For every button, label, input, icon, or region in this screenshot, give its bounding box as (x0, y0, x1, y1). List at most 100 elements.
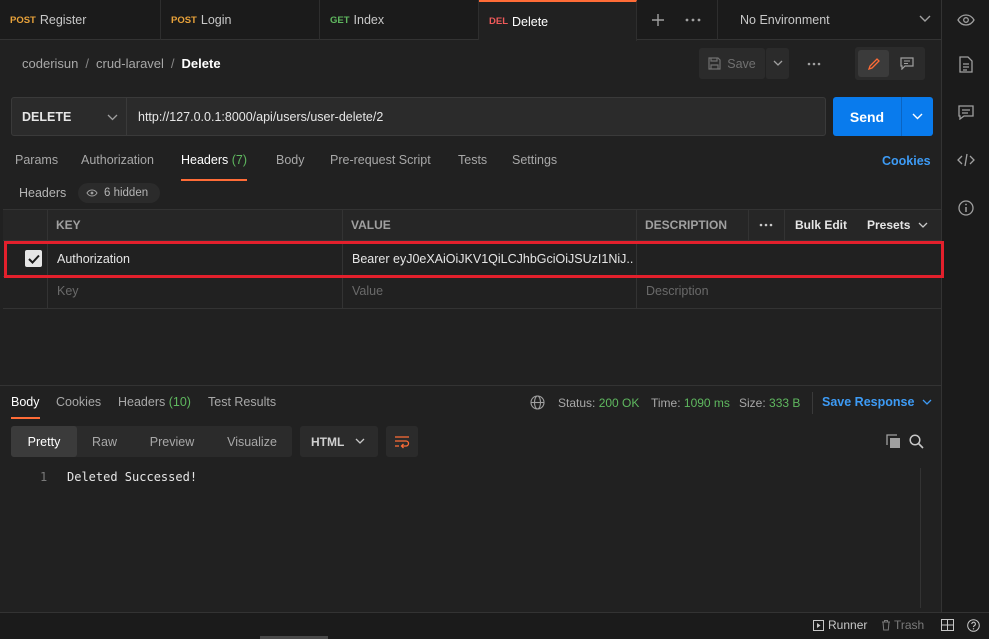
url-value: http://127.0.0.1:8000/api/users/user-del… (138, 109, 384, 124)
more-tabs-icon[interactable] (681, 8, 705, 32)
response-body-line: Deleted Successed! (67, 470, 198, 484)
tab-delete[interactable]: DEL Delete (479, 0, 637, 41)
tab-label: Login (200, 13, 232, 27)
hidden-count: 6 hidden (104, 187, 149, 199)
tab-params[interactable]: Params (15, 153, 58, 181)
more-actions-icon[interactable] (801, 51, 827, 77)
save-response-label: Save Response (822, 395, 915, 409)
save-response-button[interactable]: Save Response (822, 395, 932, 409)
divider (3, 276, 941, 277)
presets-dropdown[interactable]: Presets (856, 209, 941, 241)
tab-method: DEL (489, 16, 508, 27)
new-key-input[interactable]: Key (57, 284, 337, 298)
column-key: KEY (47, 209, 342, 241)
edit-mode-button[interactable] (858, 50, 889, 77)
environment-label: No Environment (740, 13, 830, 27)
tab-login[interactable]: POST Login (161, 0, 320, 40)
tab-method: GET (330, 14, 350, 26)
method-select[interactable]: DELETE (11, 97, 127, 136)
url-input[interactable]: http://127.0.0.1:8000/api/users/user-del… (126, 97, 826, 136)
send-label: Send (849, 108, 885, 125)
new-value-input[interactable]: Value (352, 284, 632, 298)
view-mode-pretty[interactable]: Pretty (11, 426, 77, 457)
breadcrumb-collection[interactable]: crud-laravel (96, 56, 164, 71)
tab-count: (10) (168, 395, 191, 409)
tab-body[interactable]: Body (276, 153, 305, 181)
time-readout[interactable]: Time: 1090 ms (651, 396, 730, 410)
runner-button[interactable]: Runner (813, 618, 867, 632)
chevron-down-icon (912, 113, 923, 120)
header-key-cell[interactable]: Authorization (57, 252, 337, 266)
tab-register[interactable]: POST Register (0, 0, 161, 40)
send-dropdown[interactable] (901, 97, 933, 136)
two-pane-icon[interactable] (938, 617, 956, 633)
save-button[interactable]: Save (699, 48, 765, 79)
view-mode-selector: Pretty Raw Preview Visualize (11, 426, 292, 457)
comments-icon[interactable] (954, 100, 978, 124)
environment-select[interactable]: No Environment (717, 0, 941, 40)
tab-settings[interactable]: Settings (512, 153, 557, 181)
tab-pre-request-script[interactable]: Pre-request Script (330, 153, 431, 181)
status-value: 200 OK (598, 396, 640, 410)
response-tab-test-results[interactable]: Test Results (208, 395, 276, 423)
view-mode-raw[interactable]: Raw (77, 426, 132, 457)
trash-label: Trash (894, 618, 925, 632)
table-options-button[interactable] (748, 209, 784, 241)
wrap-lines-button[interactable] (386, 426, 418, 457)
headers-section-label: Headers (19, 186, 67, 200)
tab-label: Settings (512, 153, 558, 167)
tab-index[interactable]: GET Index (320, 0, 479, 40)
response-tab-body[interactable]: Body (11, 395, 40, 419)
scrollbar[interactable] (920, 468, 932, 608)
tab-headers[interactable]: Headers (7) (181, 153, 248, 181)
tab-label: Body (276, 153, 305, 167)
view-mode-preview[interactable]: Preview (132, 426, 212, 457)
breadcrumb-workspace[interactable]: coderisun (22, 56, 78, 71)
save-icon (708, 57, 721, 70)
breadcrumb-request[interactable]: Delete (182, 56, 221, 71)
comment-icon (900, 57, 914, 70)
time-label: Time: (651, 396, 681, 410)
save-dropdown[interactable] (765, 48, 789, 79)
bulk-edit-button[interactable]: Bulk Edit (784, 209, 856, 241)
divider (342, 209, 343, 309)
tab-label: Params (15, 153, 59, 167)
response-tab-headers[interactable]: Headers (10) (118, 395, 191, 423)
presets-label: Presets (867, 218, 911, 232)
send-button[interactable]: Send (833, 97, 901, 136)
chevron-down-icon (919, 15, 931, 22)
method-label: DELETE (22, 109, 72, 124)
format-dropdown[interactable]: HTML (300, 426, 378, 457)
status-readout[interactable]: Status: 200 OK (558, 396, 639, 410)
column-description: DESCRIPTION (636, 209, 748, 241)
search-icon[interactable] (906, 431, 926, 451)
globe-icon[interactable] (530, 395, 545, 410)
copy-icon[interactable] (883, 431, 903, 451)
help-icon[interactable] (964, 617, 982, 633)
new-description-input[interactable]: Description (646, 284, 926, 298)
header-value-cell[interactable]: Bearer eyJ0eXAiOiJKV1QiLCJhbGciOiJSUzI1N… (352, 252, 634, 266)
response-tab-cookies[interactable]: Cookies (56, 395, 101, 423)
header-enabled-checkbox[interactable] (25, 250, 42, 267)
tab-authorization[interactable]: Authorization (81, 153, 154, 181)
info-icon[interactable] (954, 196, 978, 220)
tab-method: POST (10, 14, 36, 26)
column-select (3, 209, 47, 241)
eye-icon[interactable] (954, 8, 978, 32)
size-readout[interactable]: Size: 333 B (739, 396, 800, 410)
hidden-headers-toggle[interactable]: 6 hidden (78, 183, 160, 203)
view-mode-visualize[interactable]: Visualize (212, 426, 292, 457)
comment-mode-button[interactable] (892, 50, 922, 77)
new-tab-icon[interactable] (646, 8, 670, 32)
tab-tests[interactable]: Tests (458, 153, 487, 181)
code-icon[interactable] (954, 148, 978, 172)
wrap-lines-icon (395, 435, 410, 448)
tab-count: (7) (231, 153, 248, 167)
cookies-link[interactable]: Cookies (882, 154, 931, 168)
tab-label: Body (11, 395, 40, 409)
chevron-down-icon (355, 438, 365, 444)
documentation-icon[interactable] (954, 52, 978, 76)
tab-label: Test Results (208, 395, 277, 409)
eye-icon (86, 189, 98, 197)
trash-button[interactable]: Trash (881, 618, 924, 632)
